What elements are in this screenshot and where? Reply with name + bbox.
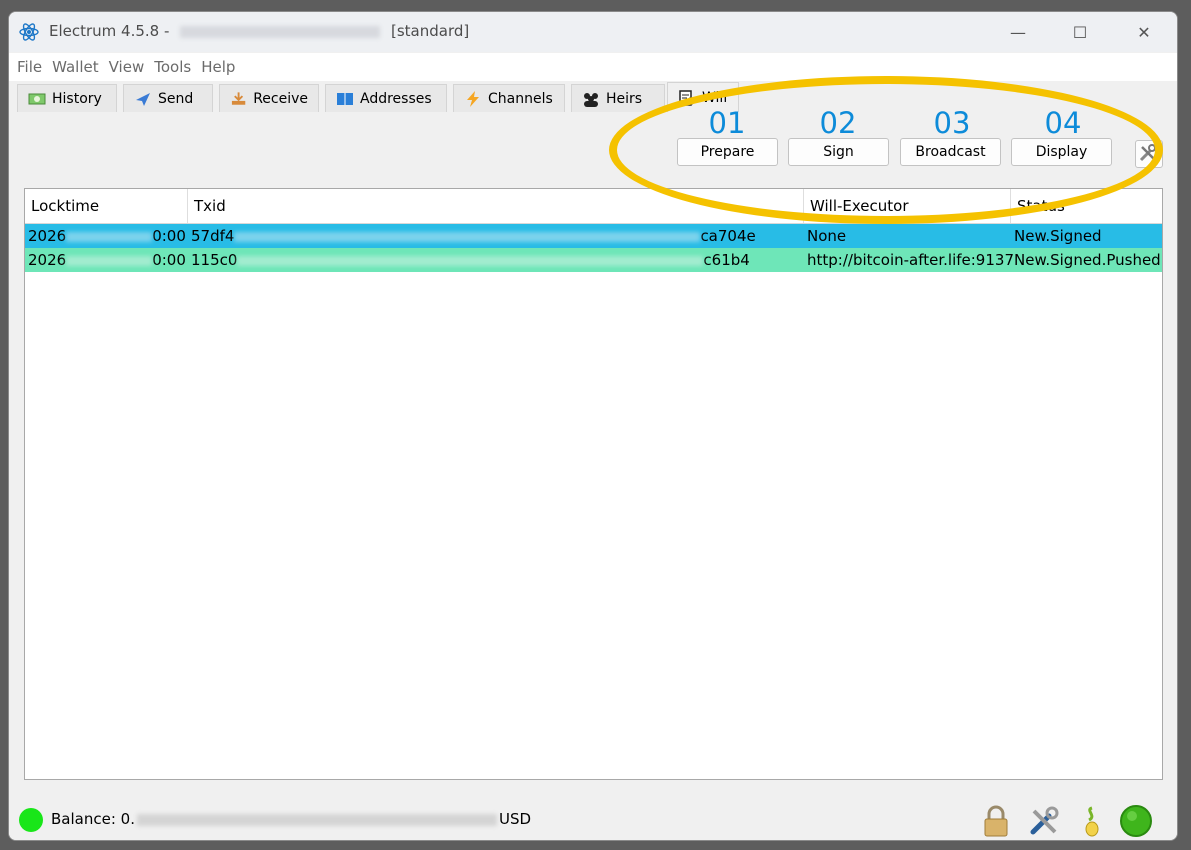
executor-cell: http://bitcoin-after.life:9137: [807, 251, 1014, 269]
window-title: Electrum 4.5.8 - [standard]: [49, 22, 469, 40]
app-title: Electrum 4.5.8: [49, 22, 160, 40]
lightning-icon: [467, 90, 479, 107]
wallet-name-redacted: [180, 25, 381, 38]
addresses-icon: [337, 92, 353, 105]
redacted-text: [136, 813, 497, 826]
table-row[interactable]: 2026 0:00 57df4 ca704e None New.Signed: [25, 224, 1162, 248]
tab-history[interactable]: History: [17, 84, 117, 112]
menu-tools[interactable]: Tools: [154, 58, 191, 76]
wallet-type: [standard]: [391, 22, 470, 40]
redacted-text: [66, 255, 153, 266]
redacted-text: [234, 231, 701, 242]
tab-label: Channels: [488, 90, 553, 107]
status-cell: New.Signed.Pushed: [1014, 251, 1161, 269]
balance-display: Balance: 0. USD: [51, 810, 531, 828]
balance-prefix: Balance: 0.: [51, 810, 135, 828]
redacted-text: [237, 255, 704, 266]
executor-cell: None: [807, 227, 847, 245]
locktime-cell: 2026 0:00: [25, 224, 188, 248]
txid-suffix: c61b4: [703, 251, 750, 269]
menu-wallet[interactable]: Wallet: [52, 58, 99, 76]
menu-bar: File Wallet View Tools Help: [9, 53, 1177, 81]
network-status-icon[interactable]: [1119, 804, 1153, 838]
txid-prefix: 115c0: [191, 251, 238, 269]
highlight-annotation-ellipse: [609, 76, 1163, 224]
will-table: Locktime Txid Will-Executor Status 2026 0…: [24, 188, 1163, 780]
network-status-indicator: [19, 808, 43, 832]
tab-send[interactable]: Send: [123, 84, 213, 112]
locktime-cell: 2026 0:00: [25, 248, 188, 272]
preferences-tools-icon[interactable]: [1027, 804, 1061, 838]
txid-suffix: ca704e: [700, 227, 756, 245]
tab-receive[interactable]: Receive: [219, 84, 319, 112]
locktime-year: 2026: [28, 251, 67, 269]
tab-label: Receive: [253, 90, 308, 107]
history-icon: [28, 93, 46, 104]
status-cell: New.Signed: [1014, 227, 1102, 245]
tab-label: Send: [158, 90, 194, 107]
seed-icon[interactable]: [1075, 804, 1109, 838]
maximize-icon: ☐: [1072, 22, 1088, 42]
menu-help[interactable]: Help: [201, 58, 235, 76]
title-bar: Electrum 4.5.8 - [standard] — ☐ ✕: [9, 12, 1177, 52]
maximize-button[interactable]: ☐: [1057, 12, 1103, 52]
tab-label: Addresses: [360, 90, 432, 107]
title-separator: -: [164, 22, 170, 40]
send-icon: [136, 92, 150, 106]
table-row[interactable]: 2026 0:00 115c0 c61b4 http://bitcoin-after…: [25, 248, 1162, 272]
tab-addresses[interactable]: Addresses: [325, 84, 447, 112]
receive-icon: [231, 91, 246, 105]
menu-file[interactable]: File: [17, 58, 42, 76]
tab-label: History: [52, 90, 102, 107]
txid-prefix: 57df4: [191, 227, 235, 245]
balance-currency: USD: [498, 810, 532, 828]
locktime-time: 0:00: [152, 227, 186, 245]
minimize-icon: —: [1010, 22, 1026, 42]
electrum-window: Electrum 4.5.8 - [standard] — ☐ ✕ File W…: [8, 11, 1178, 841]
tab-heirs[interactable]: Heirs: [571, 84, 665, 112]
menu-view[interactable]: View: [109, 58, 145, 76]
redacted-text: [66, 231, 153, 242]
txid-cell: 115c0 c61b4: [188, 248, 807, 272]
txid-cell: 57df4 ca704e: [188, 224, 807, 248]
lock-icon[interactable]: [979, 804, 1013, 838]
locktime-year: 2026: [28, 227, 67, 245]
tab-label: Heirs: [606, 90, 643, 107]
minimize-button[interactable]: —: [995, 12, 1041, 52]
tab-channels[interactable]: Channels: [453, 84, 565, 112]
column-header-locktime[interactable]: Locktime: [25, 189, 188, 223]
locktime-time: 0:00: [152, 251, 186, 269]
status-bar: Balance: 0. USD: [9, 800, 1177, 840]
close-icon: ✕: [1137, 22, 1151, 42]
electrum-logo-icon: [19, 23, 39, 41]
heirs-icon: [584, 92, 598, 107]
close-button[interactable]: ✕: [1121, 12, 1167, 52]
